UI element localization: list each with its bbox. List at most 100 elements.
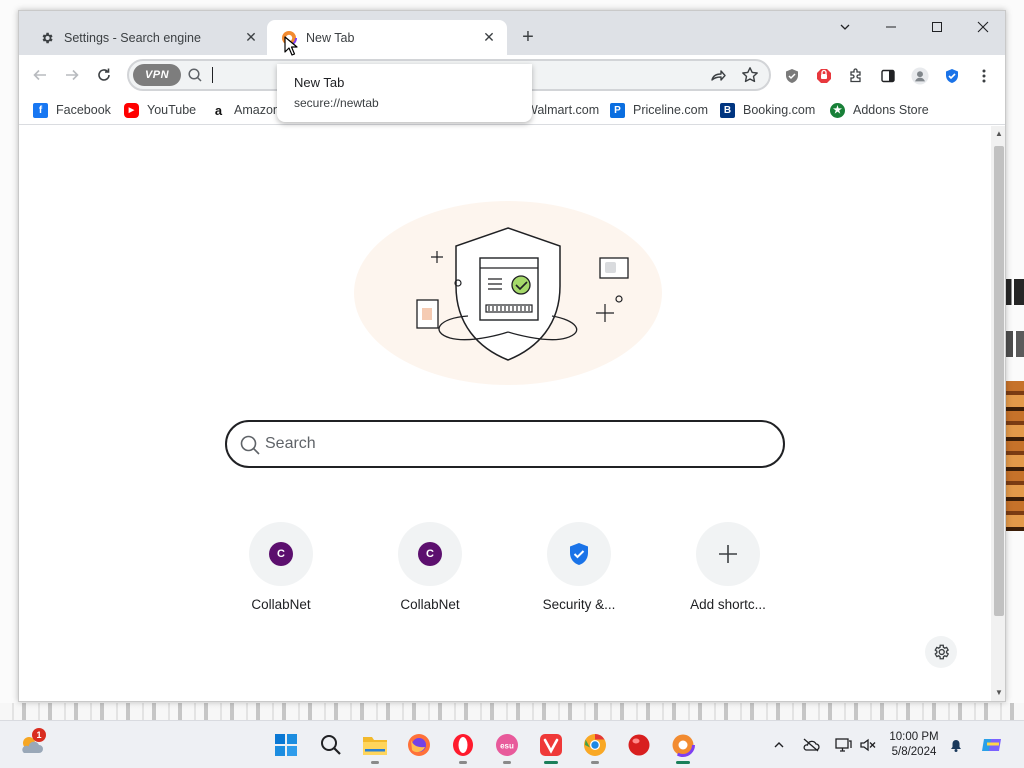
- scroll-down-arrow[interactable]: ▼: [994, 688, 1004, 698]
- chromium-icon[interactable]: [581, 731, 609, 764]
- search-icon: [239, 434, 261, 456]
- minimize-icon[interactable]: [871, 15, 911, 39]
- shortcut-icon-circle: C: [249, 522, 313, 586]
- bookmark-label: Addons Store: [853, 103, 929, 117]
- new-tab-search-box[interactable]: [225, 420, 785, 468]
- shortcut-tile[interactable]: C CollabNet: [370, 522, 490, 618]
- vpn-button[interactable]: VPN: [133, 64, 181, 86]
- adblock-extension-icon[interactable]: [815, 67, 833, 85]
- tab-settings[interactable]: Settings - Search engine ✕: [25, 20, 269, 55]
- puzzle-extensions-icon[interactable]: [847, 67, 865, 85]
- new-tab-button[interactable]: +: [517, 26, 539, 48]
- customize-page-button[interactable]: [925, 636, 957, 668]
- collabnet-icon: C: [269, 542, 293, 566]
- tab-strip: Settings - Search engine ✕ New Tab ✕ +: [19, 11, 1005, 55]
- gear-icon: [39, 30, 55, 46]
- speaker-muted-icon[interactable]: [858, 735, 878, 755]
- shortcut-tile[interactable]: C CollabNet: [221, 522, 341, 618]
- search-icon[interactable]: [317, 731, 345, 759]
- facebook-icon: f: [33, 102, 48, 118]
- running-indicator: [676, 761, 690, 764]
- shortcut-icon-circle: C: [398, 522, 462, 586]
- plus-icon: [719, 545, 737, 563]
- hover-card-title: New Tab: [294, 75, 345, 90]
- bookmark-booking[interactable]: B Booking.com: [720, 101, 815, 119]
- add-shortcut-button[interactable]: Add shortc...: [668, 522, 788, 618]
- notification-bell-icon[interactable]: [946, 735, 966, 755]
- chevron-down-icon[interactable]: [825, 15, 865, 39]
- scroll-up-arrow[interactable]: ▲: [994, 129, 1004, 139]
- booking-icon: B: [720, 102, 735, 118]
- priceline-icon: P: [610, 102, 625, 118]
- tab-hover-card: New Tab secure://newtab: [277, 64, 532, 122]
- bookmark-youtube[interactable]: ▶ YouTube: [124, 101, 196, 119]
- cloud-off-icon[interactable]: [801, 735, 821, 755]
- bookmark-addons-store[interactable]: ★ Addons Store: [830, 101, 929, 119]
- copilot-icon[interactable]: [980, 735, 1004, 755]
- mouse-cursor: [284, 36, 298, 56]
- reload-button[interactable]: [92, 63, 116, 87]
- maximize-icon[interactable]: [917, 15, 957, 39]
- scrollbar-thumb[interactable]: [994, 146, 1004, 616]
- notification-count-badge: 1: [32, 728, 46, 742]
- search-input[interactable]: [265, 432, 745, 456]
- bookmark-label: YouTube: [147, 103, 197, 117]
- shortcut-label: Add shortc...: [690, 597, 766, 612]
- tab-title: New Tab: [306, 30, 355, 45]
- search-icon: [187, 67, 203, 83]
- bookmark-priceline[interactable]: P Priceline.com: [610, 101, 708, 119]
- running-indicator: [459, 761, 467, 764]
- shortcut-label: CollabNet: [400, 597, 460, 612]
- addons-store-icon: ★: [830, 102, 845, 118]
- shortcut-icon-circle: [547, 522, 611, 586]
- chevron-up-icon[interactable]: [769, 735, 789, 755]
- firefox-icon[interactable]: [405, 731, 433, 759]
- file-explorer-icon[interactable]: [361, 731, 389, 764]
- profile-avatar-icon[interactable]: [911, 67, 929, 85]
- esu-icon[interactable]: esu: [493, 731, 521, 764]
- browser-window: Settings - Search engine ✕ New Tab ✕ + V…: [18, 10, 1006, 702]
- browser-logo-icon[interactable]: [669, 731, 697, 764]
- display-icon[interactable]: [833, 735, 853, 755]
- bookmark-label: Booking.com: [743, 103, 816, 117]
- clock[interactable]: 10:00 PM 5/8/2024: [882, 730, 946, 760]
- running-indicator: [503, 761, 511, 764]
- gear-icon: [934, 644, 950, 660]
- security-illustration: [354, 201, 662, 385]
- taskbar: 1 esu 10:00 PM 5/8/2024: [0, 720, 1024, 768]
- side-panel-icon[interactable]: [879, 67, 897, 85]
- bookmark-facebook[interactable]: f Facebook: [33, 101, 111, 119]
- start-windows-icon[interactable]: [272, 731, 300, 759]
- tab-new-tab[interactable]: New Tab ✕: [267, 20, 507, 55]
- amazon-icon: a: [214, 102, 223, 118]
- page-scrollbar[interactable]: ▲ ▼: [991, 126, 1005, 701]
- menu-kebab-icon[interactable]: [975, 67, 993, 85]
- collabnet-icon: C: [418, 542, 442, 566]
- shortcut-tile[interactable]: Security &...: [519, 522, 639, 618]
- red-ball-icon[interactable]: [625, 731, 653, 759]
- running-indicator: [544, 761, 558, 764]
- running-indicator: [591, 761, 599, 764]
- shortcut-icon-circle: [696, 522, 760, 586]
- shortcut-label: CollabNet: [251, 597, 311, 612]
- bookmark-label: Facebook: [56, 103, 111, 117]
- new-tab-page: C CollabNet C CollabNet Security &... Ad…: [19, 126, 991, 701]
- background-window-edge: [1006, 265, 1024, 565]
- close-icon[interactable]: [963, 15, 1003, 39]
- hover-card-url: secure://newtab: [294, 96, 379, 110]
- background-window-strip: [0, 703, 1024, 720]
- security-shield-icon[interactable]: [943, 67, 961, 85]
- back-button[interactable]: [28, 63, 52, 87]
- share-icon[interactable]: [709, 66, 727, 87]
- running-indicator: [371, 761, 379, 764]
- opera-icon[interactable]: [449, 731, 477, 764]
- close-icon[interactable]: ✕: [481, 29, 497, 46]
- youtube-icon: ▶: [124, 102, 139, 118]
- forward-button[interactable]: [60, 63, 84, 87]
- bookmark-star-icon[interactable]: [741, 66, 759, 87]
- vivaldi-icon[interactable]: [537, 731, 565, 764]
- shortcut-label: Security &...: [542, 597, 616, 612]
- shield-extension-icon[interactable]: [783, 67, 801, 85]
- close-icon[interactable]: ✕: [243, 29, 259, 46]
- svg-text:esu: esu: [500, 742, 514, 751]
